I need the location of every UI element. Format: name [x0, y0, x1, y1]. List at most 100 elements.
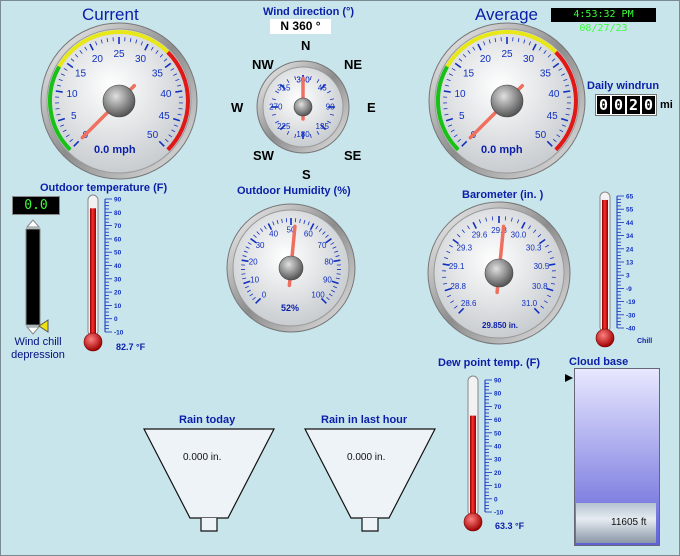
gauge-tick	[566, 108, 571, 110]
windrun-digit: 2	[627, 96, 640, 114]
gauge-scale-label: 0	[262, 291, 267, 300]
gauge-tick	[175, 90, 183, 93]
gauge-scale-label: 45	[159, 111, 171, 122]
thermometer-scale-label: -10	[114, 330, 124, 337]
gauge-scale-label: 30.5	[534, 262, 550, 271]
gauge-tick	[443, 90, 451, 93]
gauge-scale-label: 10	[455, 89, 467, 100]
chill-thermometer-bulb	[595, 328, 615, 348]
outdoor-temp-thermometer-bulb	[83, 332, 103, 352]
thermometer-scale-label: 3	[626, 273, 630, 280]
thermometer-scale-label: 40	[114, 263, 122, 270]
gauge-scale-label: 40	[269, 230, 278, 239]
gauge-scale-label: 100	[311, 291, 325, 300]
thermometer-scale-label: 24	[626, 246, 634, 253]
dew-point-title: Dew point temp. (F)	[438, 357, 541, 369]
thermometer-scale-label: 44	[626, 220, 634, 227]
gauge-scale-label: 40	[160, 89, 172, 100]
gauge-scale-label: 270	[269, 103, 283, 112]
thermometer-scale-label: 50	[114, 250, 122, 257]
chill-label: Chill	[637, 338, 653, 345]
wind-chill-lcd: 0.0	[12, 196, 60, 215]
thermometer-scale-label: 13	[626, 260, 634, 267]
gauge-scale-label: 15	[75, 68, 87, 79]
gauge-scale-label: 25	[501, 49, 513, 60]
weather-display-window: 0510152025303540455005101520253035404550…	[0, 0, 680, 556]
thermometer-scale-label: 70	[114, 223, 122, 230]
cloud-base-pointer	[565, 374, 573, 382]
gauge-tick	[443, 108, 448, 110]
gauge-tick	[55, 108, 60, 110]
gauge-scale-label: 50	[535, 130, 547, 141]
wind-current-gauge-hub	[102, 84, 136, 118]
gauge-tick	[563, 90, 571, 93]
outdoor-temp-value: 82.7 °F	[116, 342, 146, 352]
thermometer-scale-label: 90	[494, 378, 502, 385]
humidity-gauge-hub	[278, 255, 304, 281]
wind-direction-gauge-hub	[293, 97, 313, 117]
gauge-scale-label: 5	[459, 111, 465, 122]
thermometer-scale-label: 55	[626, 207, 634, 214]
gauge-scale-label: 29.1	[449, 262, 465, 271]
gauge-scale-label: 25	[113, 49, 125, 60]
compass-label-ne: NE	[344, 57, 363, 72]
thermometer-scale-label: 80	[494, 391, 502, 398]
thermometer-scale-label: 10	[114, 303, 122, 310]
cloud-base-title: Cloud base	[569, 356, 629, 368]
outdoor-temp-title: Outdoor temperature (F)	[40, 182, 168, 194]
gauge-scale-label: 30	[256, 241, 265, 250]
thermometer-scale-label: 60	[494, 417, 502, 424]
thermometer-scale-label: 20	[114, 290, 122, 297]
current-wind-title: Current	[82, 5, 139, 24]
thermometer-scale-label: 30	[114, 276, 122, 283]
gauge-scale-label: 30.0	[511, 230, 527, 239]
thermometer-scale-label: 10	[494, 483, 502, 490]
barometer-value: 29.850 in.	[482, 321, 519, 330]
rain-today-funnel	[143, 428, 275, 519]
chill-thermometer-mercury	[602, 199, 608, 332]
windrun-digit: 0	[612, 96, 625, 114]
thermometer-scale-label: -10	[494, 510, 504, 517]
wind-direction-title: Wind direction (°)	[263, 6, 355, 18]
gauge-scale-label: 180	[296, 130, 310, 139]
current-wind-value: 0.0 mph	[94, 144, 136, 156]
gauge-tick	[336, 273, 341, 275]
thermometer-scale-label: 0	[114, 316, 118, 323]
compass-label-sw: SW	[253, 148, 274, 163]
windrun-unit: mi	[660, 99, 673, 111]
gauge-tick	[55, 90, 63, 93]
gauge-scale-label: 40	[548, 89, 560, 100]
rain-hour-value: 0.000 in.	[347, 452, 386, 463]
wind-direction-readout: N 360 °	[270, 19, 331, 34]
gauge-scale-label: 45	[547, 111, 559, 122]
thermometer-scale-label: 80	[114, 210, 122, 217]
clock-display: 4:53:32 PM 08/27/23	[551, 8, 656, 34]
gauge-scale-label: 28.8	[450, 282, 466, 291]
thermometer-scale-label: 60	[114, 236, 122, 243]
gauge-scale-label: 10	[67, 89, 79, 100]
gauge-scale-label: 20	[249, 258, 258, 267]
thermometer-scale-label: 90	[114, 197, 122, 204]
humidity-title: Outdoor Humidity (%)	[237, 185, 351, 197]
gauge-scale-label: 30.8	[532, 282, 548, 291]
dew-point-thermometer-mercury	[470, 415, 476, 516]
gauge-scale-label: 80	[324, 258, 333, 267]
gauge-scale-label: 35	[540, 68, 552, 79]
thermometer-scale-label: 34	[626, 233, 634, 240]
thermometer-scale-label: 0	[494, 496, 498, 503]
gauge-tick	[333, 259, 341, 263]
gauge-scale-label: 90	[326, 103, 335, 112]
thermometer-scale-label: -30	[626, 312, 636, 319]
rain-today-value: 0.000 in.	[183, 452, 222, 463]
gauge-scale-label: 30	[135, 54, 147, 65]
gauge-scale-label: 5	[71, 111, 77, 122]
gauge-scale-label: 225	[277, 122, 291, 131]
gauge-scale-label: 10	[250, 275, 259, 284]
dew-point-value: 63.3 °F	[495, 521, 525, 531]
gauge-scale-label: 30	[523, 54, 535, 65]
gauge-scale-label: 30.3	[526, 243, 542, 252]
thermometer-scale-label: -19	[626, 299, 636, 306]
gauge-tick	[241, 273, 246, 275]
gauge-scale-label: 45	[318, 83, 327, 92]
wind-chill-label: Wind chill depression	[11, 336, 65, 361]
